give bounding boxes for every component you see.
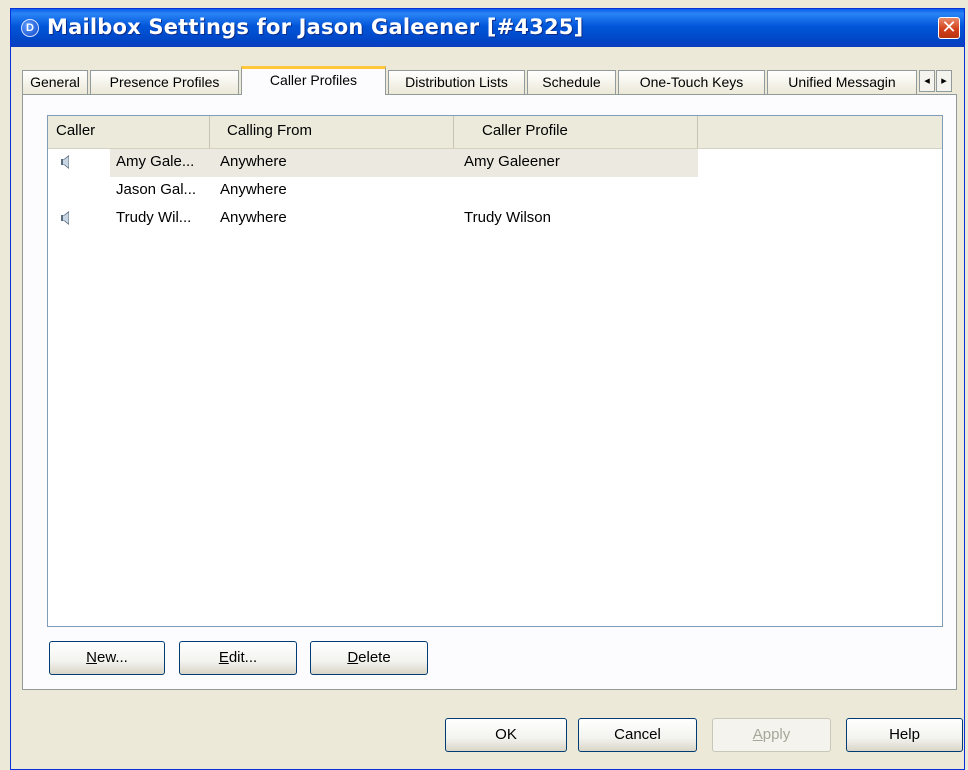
tab-strip: General Presence Profiles Caller Profile… — [22, 66, 957, 95]
apply-button-access-key: A — [752, 726, 763, 743]
title-bar[interactable]: D Mailbox Settings for Jason Galeener [#… — [11, 9, 964, 47]
cell-caller: Trudy Wil... — [116, 209, 192, 226]
edit-button[interactable]: Edit... — [179, 641, 297, 675]
edit-button-access-key: E — [218, 649, 229, 666]
tab-one-touch-keys[interactable]: One-Touch Keys — [618, 70, 765, 94]
speaker-icon — [61, 211, 69, 225]
table-row[interactable]: Trudy Wil... Anywhere Trudy Wilson — [48, 205, 942, 233]
column-header-caller-profile[interactable]: Caller Profile — [454, 116, 698, 148]
list-header: Caller Calling From Caller Profile — [48, 116, 942, 149]
tab-presence-profiles[interactable]: Presence Profiles — [90, 70, 239, 94]
cell-calling-from: Anywhere — [220, 153, 287, 170]
speaker-icon — [61, 155, 69, 169]
cell-caller-profile: Trudy Wilson — [464, 209, 551, 226]
cell-calling-from: Anywhere — [220, 209, 287, 226]
caller-list[interactable]: Caller Calling From Caller Profile Amy G… — [47, 115, 943, 627]
tab-scroll-left-icon[interactable]: ◂ — [919, 70, 935, 92]
new-button-access-key: N — [86, 649, 97, 666]
column-header-filler — [698, 116, 942, 148]
delete-button-label: elete — [358, 649, 391, 666]
table-row[interactable]: Jason Gal... Anywhere — [48, 177, 942, 205]
table-row[interactable]: Amy Gale... Anywhere Amy Galeener — [48, 149, 942, 177]
cell-caller: Amy Gale... — [116, 153, 195, 170]
column-header-caller[interactable]: Caller — [48, 116, 210, 148]
new-button-label: ew... — [96, 649, 128, 666]
column-header-calling-from[interactable]: Calling From — [210, 116, 454, 148]
close-icon[interactable]: ✕ — [938, 17, 960, 39]
delete-button-access-key: D — [347, 649, 359, 666]
cell-calling-from: Anywhere — [220, 181, 287, 198]
tab-caller-profiles[interactable]: Caller Profiles — [241, 66, 386, 95]
app-icon: D — [21, 19, 39, 37]
apply-button-label: pply — [762, 726, 791, 743]
new-button[interactable]: New... — [49, 641, 165, 675]
edit-button-label: dit... — [228, 649, 258, 666]
delete-button[interactable]: Delete — [310, 641, 428, 675]
cell-caller-profile — [464, 177, 694, 205]
caller-profiles-panel: Caller Calling From Caller Profile Amy G… — [22, 94, 957, 690]
tab-schedule[interactable]: Schedule — [527, 70, 616, 94]
tab-general[interactable]: General — [22, 70, 88, 94]
tab-scroll-right-icon[interactable]: ▸ — [936, 70, 952, 92]
tab-unified-messaging[interactable]: Unified Messagin — [767, 70, 917, 94]
cancel-button[interactable]: Cancel — [578, 718, 697, 752]
window-title: Mailbox Settings for Jason Galeener [#43… — [47, 15, 584, 39]
apply-button[interactable]: Apply — [712, 718, 831, 752]
cell-caller-profile: Amy Galeener — [464, 153, 560, 170]
tab-distribution-lists[interactable]: Distribution Lists — [388, 70, 525, 94]
ok-button[interactable]: OK — [445, 718, 567, 752]
help-button[interactable]: Help — [846, 718, 963, 752]
cell-caller: Jason Gal... — [116, 181, 197, 198]
